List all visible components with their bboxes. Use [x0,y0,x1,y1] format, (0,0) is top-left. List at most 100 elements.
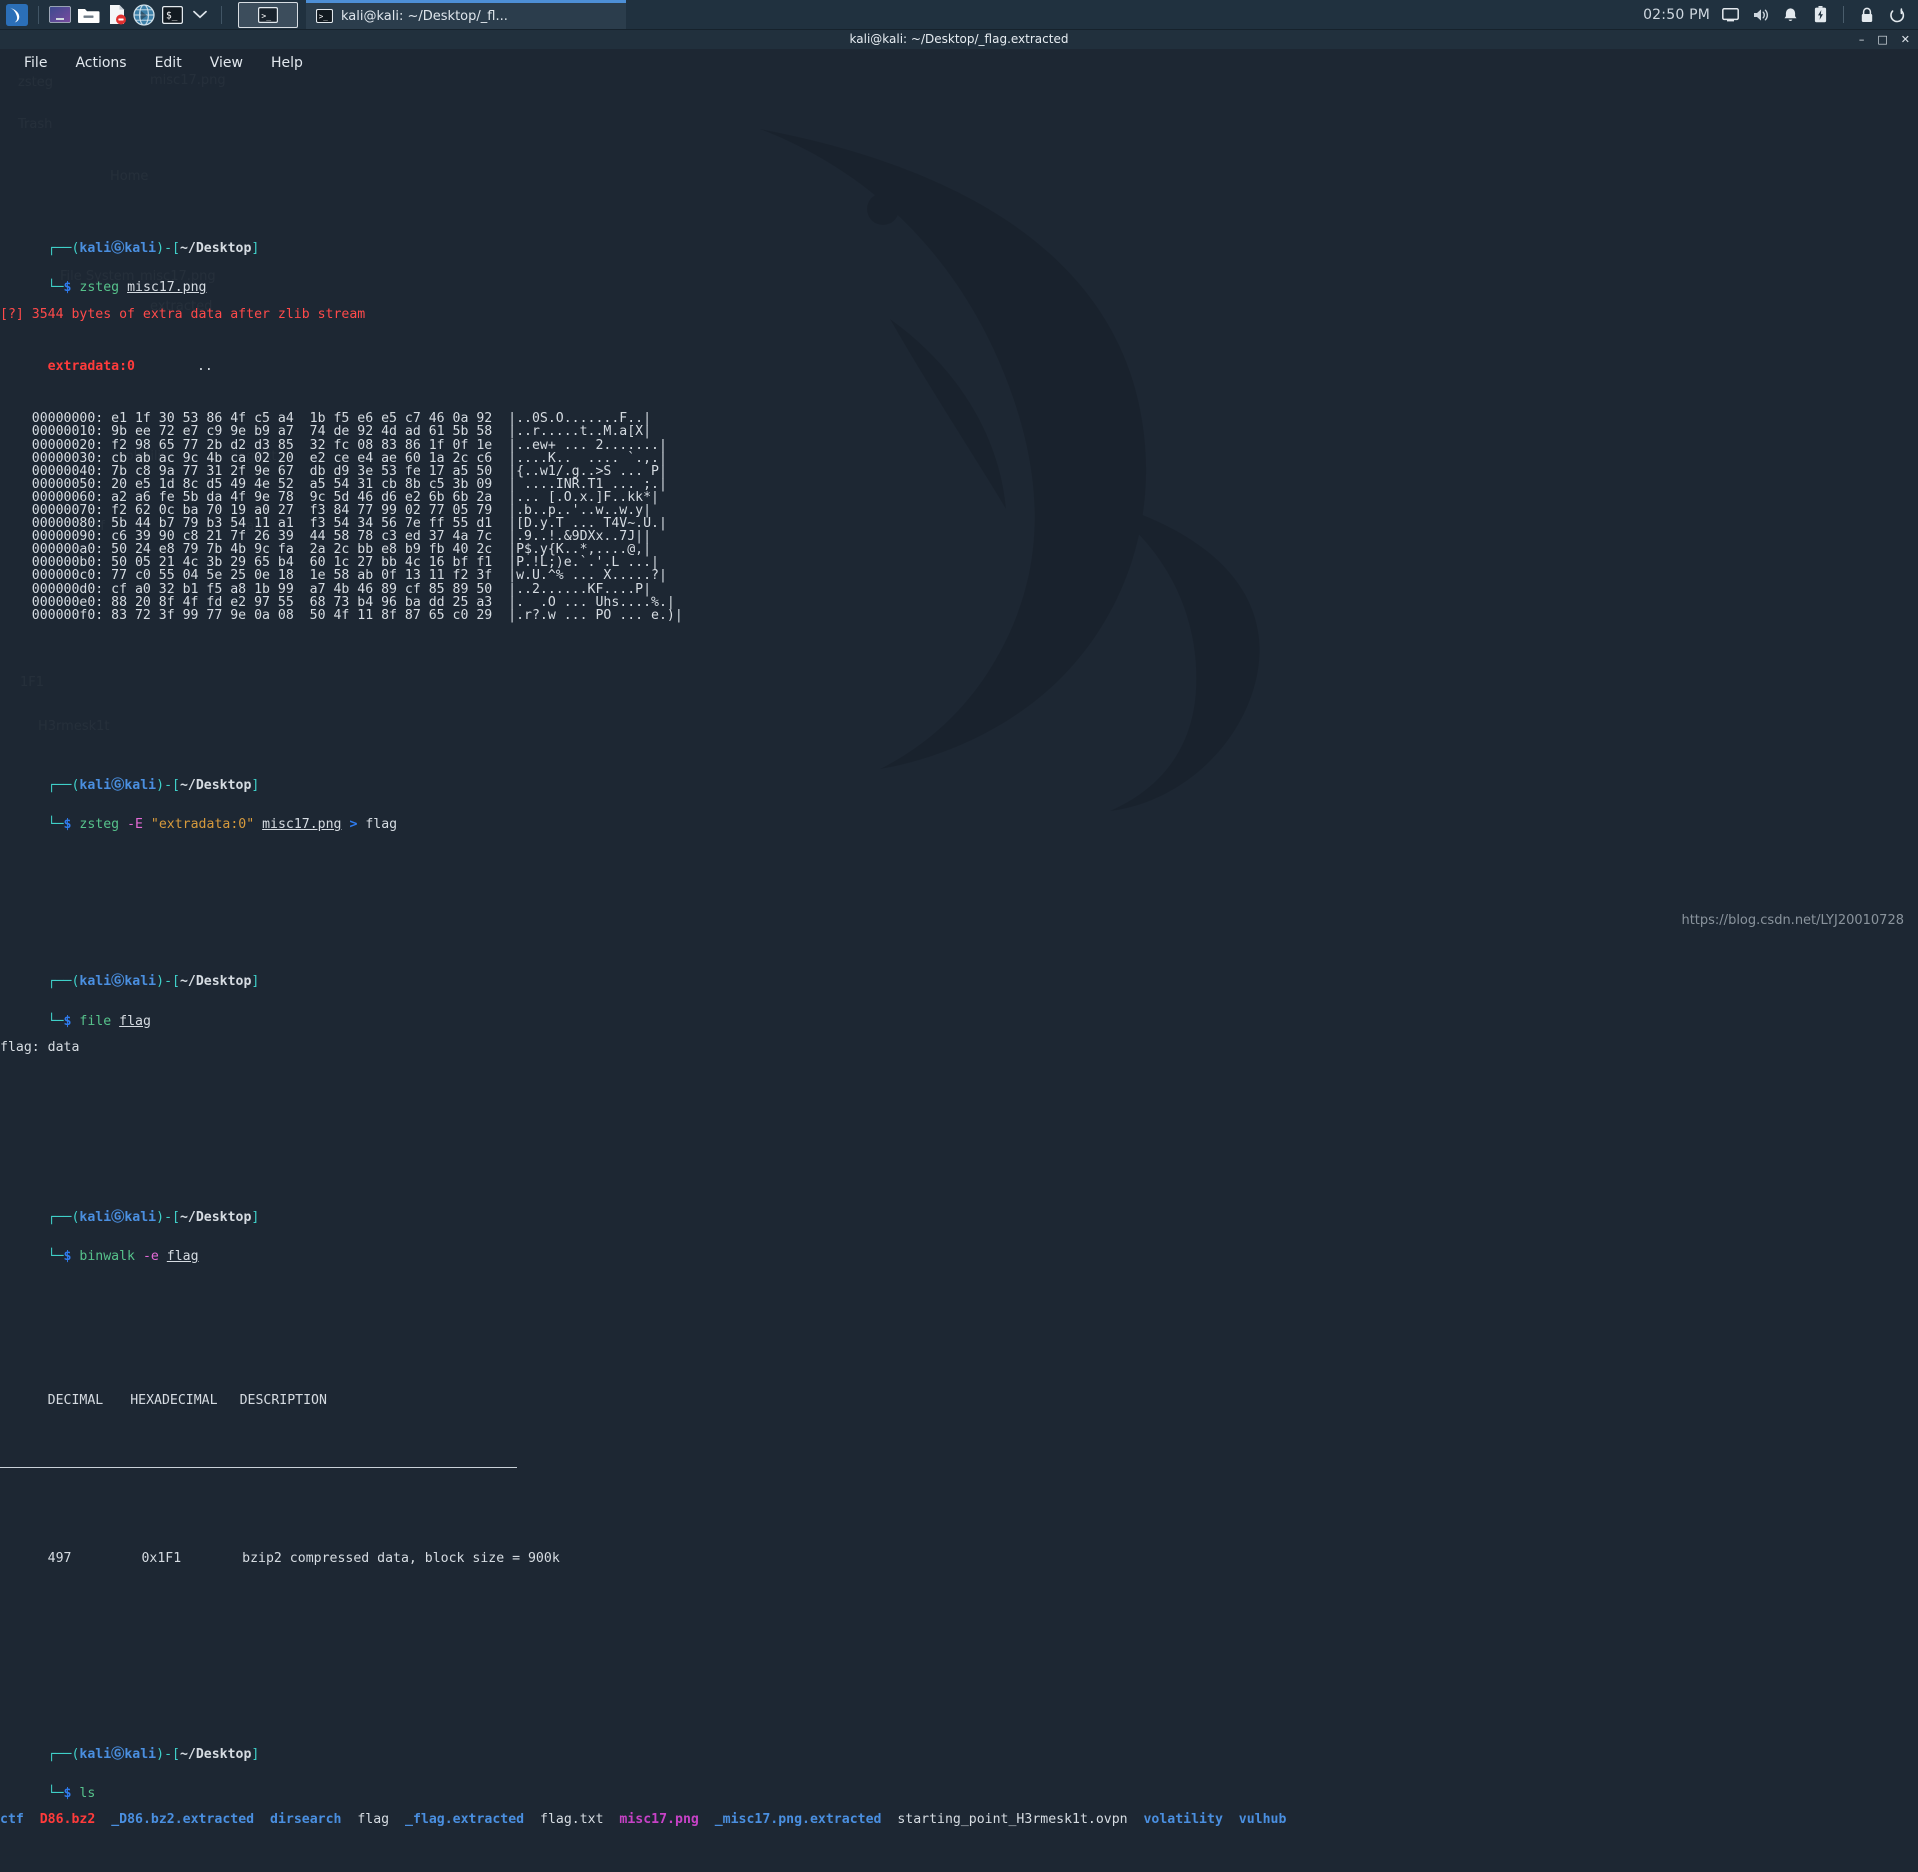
window-title: kali@kali: ~/Desktop/_flag.extracted [849,32,1069,46]
arg-extradata: "extradata:0" [150,817,255,833]
arg-misc17-png: misc17.png [127,280,207,296]
hexdump-row: 00000030: cb ab ac 9c 4b ca 02 20 e2 ce … [0,450,667,466]
notification-bell-icon[interactable] [1781,5,1800,24]
prompt-cwd-4: ~/Desktop [179,1210,252,1226]
svg-text:$_: $_ [166,10,178,21]
terminal-icon: >_ [316,9,333,23]
hexdump-row: 00000020: f2 98 65 77 2b d2 d3 85 32 fc … [0,437,667,453]
ls-output: ctf D86.bz2 _D86.bz2.extracted dirsearch… [0,1813,1918,1826]
col-hexadecimal: HEXADECIMAL [130,1393,218,1409]
prompt-cwd-2: ~/Desktop [179,777,252,793]
col-decimal: DECIMAL [47,1393,104,1409]
taskbar-task-label: kali@kali: ~/Desktop/_fl... [341,8,508,24]
tray-divider [1843,6,1844,23]
hexdump-block: 00000000: e1 1f 30 53 86 4f c5 a4 1b f5 … [0,412,1918,622]
prompt-line-5: ┌──(kaliⒼkali)-[~/Desktop] [47,1746,260,1762]
taskbar-task-list: >_ kali@kali: ~/Desktop/_fl... [306,0,1643,29]
hexdump-row: 00000040: 7b c8 9a 77 31 2f 9e 67 db d9 … [0,463,667,479]
prompt-user: kali [79,241,112,257]
maximize-button[interactable]: □ [1877,34,1887,45]
flag-e: -e [142,1249,159,1265]
ls-entry: _flag.extracted [405,1812,525,1828]
ls-entry: flag.txt [540,1812,604,1828]
clock[interactable]: 02:50 PM [1643,7,1710,23]
arg-flag: flag [119,1013,151,1029]
prompt-at: Ⓖ [111,241,125,257]
binwalk-table-row: 497 0x1F1 bzip2 compressed data, block siz… [0,1538,1918,1564]
battery-icon[interactable] [1811,5,1830,24]
prompt-line: ┌──(kaliⒼkali)-[~/Desktop] [47,241,260,257]
ls-entry: starting_point_H3rmesk1t.ovpn [897,1812,1128,1828]
arg-flag-2: flag [166,1249,199,1265]
menu-file[interactable]: File [10,53,61,73]
hexdump-row: 00000050: 20 e5 1d 8c d5 49 4e 52 a5 54 … [0,476,667,492]
command-line-1: └─$ zsteg misc17.png [47,280,207,296]
hexdump-row: 00000010: 9b ee 72 e7 c9 9e b9 a7 74 de … [0,424,652,440]
ls-entry: dirsearch [270,1812,342,1828]
ls-entry: ctf [0,1812,24,1828]
command-line-5: └─$ ls [47,1786,96,1802]
taskbar-divider-2 [221,5,222,24]
menu-help[interactable]: Help [257,53,317,73]
command-ls: ls [79,1786,96,1802]
chevron-down-icon[interactable] [187,2,213,28]
power-icon[interactable] [1887,5,1906,24]
ls-entry: D86.bz2 [39,1812,96,1828]
web-browser-icon[interactable] [131,2,157,28]
command-binwalk: binwalk [79,1249,135,1265]
flag-E: -E [127,817,143,833]
taskbar: $_ >_ >_ kali@kali: ~/Desktop/_fl... 02:… [0,0,1918,30]
workspace-switcher-icon[interactable] [47,2,73,28]
terminal-output[interactable]: ┌──(kaliⒼkali)-[~/Desktop] └─$ zsteg mis… [0,77,1918,1826]
command-line-4: └─$ binwalk -e flag [47,1249,199,1265]
hexdump-row: 000000c0: 77 c0 55 04 5e 25 0e 18 1e 58 … [0,568,667,584]
menu-view[interactable]: View [196,53,257,73]
command-line-3: └─$ file flag [47,1013,151,1029]
taskbar-tray: 02:50 PM [1643,5,1918,24]
extradata-suffix: .. [196,358,213,374]
volume-icon[interactable] [1751,5,1770,24]
lock-icon[interactable] [1857,5,1876,24]
command-file: file [79,1013,112,1029]
ls-entry: flag [357,1812,390,1828]
kali-menu-icon[interactable] [4,2,30,28]
cell-decimal: 497 [47,1550,72,1566]
taskbar-divider-1 [38,5,39,24]
file-manager-icon[interactable] [75,2,101,28]
terminal-launcher-icon[interactable]: $_ [159,2,185,28]
prompt-host: kali [124,241,157,257]
blog-watermark: https://blog.csdn.net/LYJ20010728 [1681,913,1904,928]
ls-entry: _D86.bz2.extracted [111,1812,255,1828]
prompt-cwd-5: ~/Desktop [179,1746,252,1762]
redirect-target: flag [365,817,398,833]
prompt-cwd-3: ~/Desktop [179,974,252,990]
close-button[interactable]: ✕ [1901,34,1910,45]
terminal-window: kali@kali: ~/Desktop/_flag.extracted – □… [0,29,1918,1826]
taskbar-task-terminal[interactable]: >_ kali@kali: ~/Desktop/_fl... [306,0,626,29]
command-zsteg-2: zsteg [79,817,120,833]
hexdump-row: 000000e0: 88 20 8f 4f fd e2 97 55 68 73 … [0,594,675,610]
taskbar-launchers: $_ >_ [0,0,298,29]
display-icon[interactable] [1721,5,1740,24]
ls-entry: _misc17.png.extracted [714,1812,882,1828]
prompt-cwd: ~/Desktop [179,241,252,257]
command-zsteg: zsteg [79,280,128,296]
cell-hexadecimal: 0x1F1 [141,1550,182,1566]
show-desktop-button[interactable]: >_ [238,1,298,28]
minimize-button[interactable]: – [1859,34,1865,45]
window-controls: – □ ✕ [1859,29,1910,49]
prompt-line-3: ┌──(kaliⒼkali)-[~/Desktop] [47,974,260,990]
menu-edit[interactable]: Edit [141,53,196,73]
extradata-label: extradata:0 [47,358,135,374]
file-output: flag: data [0,1039,80,1055]
window-titlebar[interactable]: kali@kali: ~/Desktop/_flag.extracted – □… [0,29,1918,49]
text-editor-icon[interactable] [103,2,129,28]
svg-text:>_: >_ [261,11,271,20]
hexdump-row: 000000d0: cf a0 32 b1 f5 a8 1b 99 a7 4b … [0,581,652,597]
ls-entry: volatility [1143,1812,1223,1828]
extradata-line: extradata:0.. [0,347,1918,373]
cell-description: bzip2 compressed data, block size = 900k [242,1550,560,1566]
menu-actions[interactable]: Actions [61,53,140,73]
menubar: File Actions Edit View Help [0,49,1918,77]
zsteg-warning: [?] 3544 bytes of extra data after zlib … [0,306,366,322]
